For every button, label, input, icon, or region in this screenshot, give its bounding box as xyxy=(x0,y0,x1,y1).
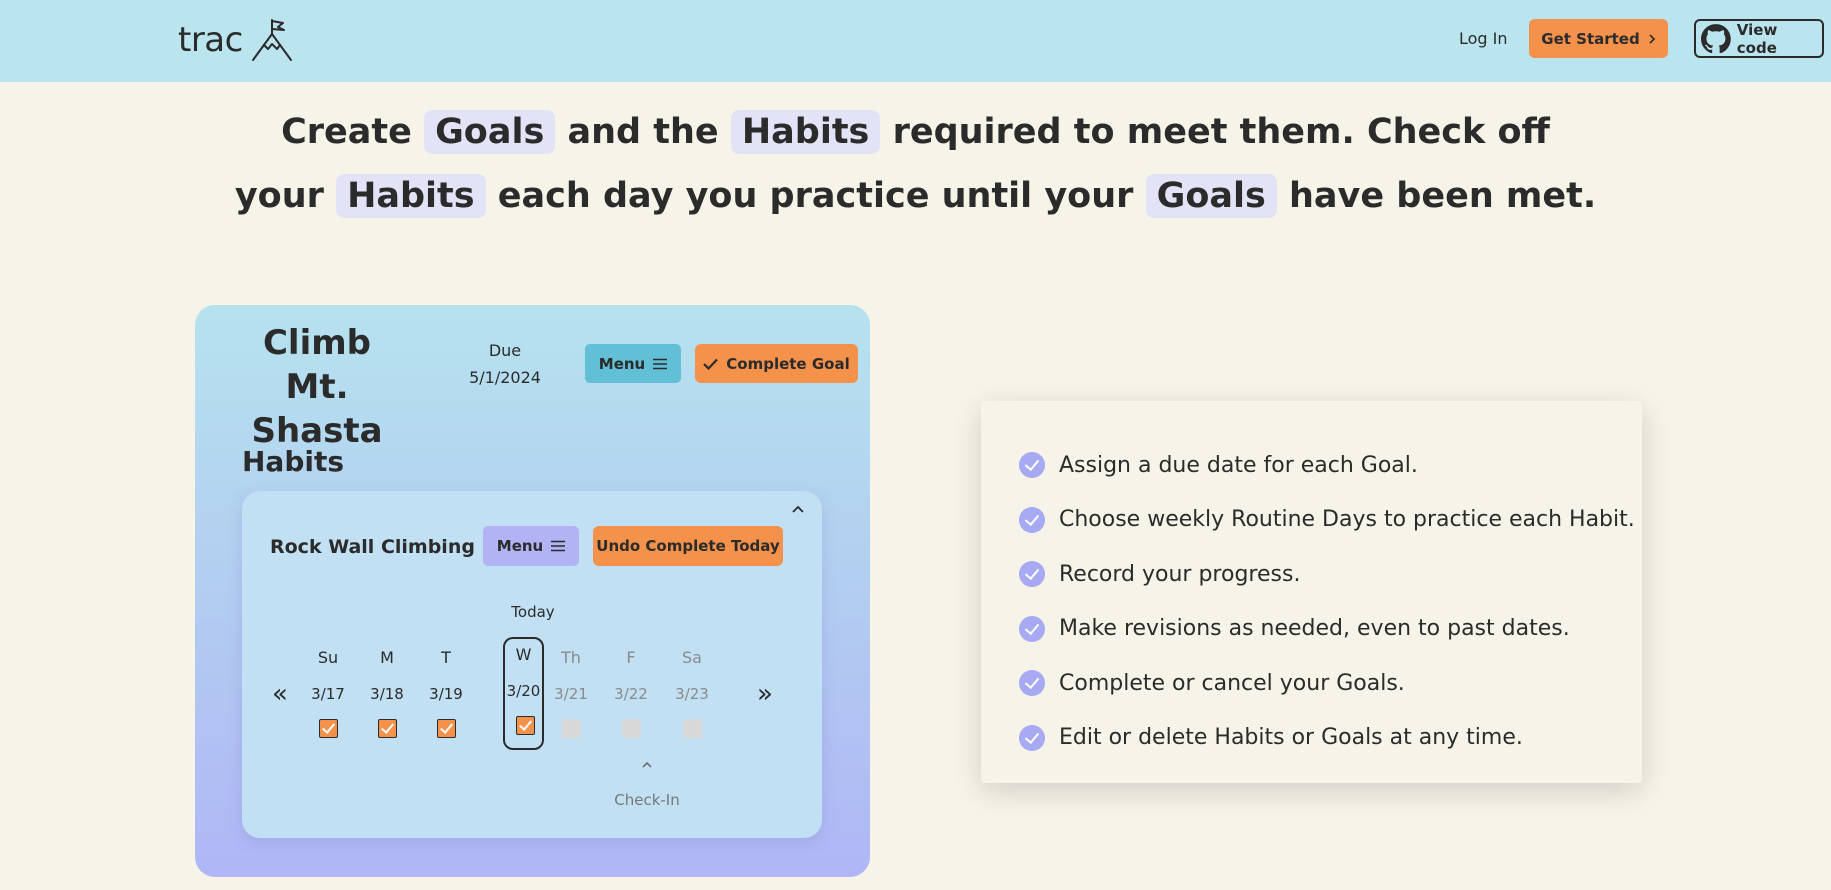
features-list: Assign a due date for each Goal. Choose … xyxy=(1019,438,1635,765)
day-column: Su 3/17 xyxy=(306,640,350,750)
headline-text: each day you practice until your xyxy=(497,176,1134,216)
headline-text: have been met. xyxy=(1289,176,1597,216)
today-column: W 3/20 xyxy=(503,637,544,750)
hamburger-icon xyxy=(551,540,566,552)
complete-goal-label: Complete Goal xyxy=(726,354,850,373)
hamburger-icon xyxy=(653,358,668,369)
feature-text: Choose weekly Routine Days to practice e… xyxy=(1059,507,1635,533)
headline-text: your xyxy=(234,176,324,216)
due-label: Due xyxy=(488,341,522,360)
feature-text: Make revisions as needed, even to past d… xyxy=(1059,616,1570,642)
day-checkbox[interactable] xyxy=(622,719,641,738)
day-column: F 3/22 xyxy=(609,640,653,750)
day-date: 3/19 xyxy=(429,685,463,703)
day-name: W xyxy=(515,645,532,664)
habit-menu-button[interactable]: Menu xyxy=(483,526,579,566)
day-checkbox[interactable] xyxy=(516,716,535,735)
habit-name: Rock Wall Climbing xyxy=(270,536,475,558)
check-circle-icon xyxy=(1019,724,1045,751)
check-circle-icon xyxy=(1019,670,1045,697)
chevron-right-icon xyxy=(1649,33,1655,44)
day-name: F xyxy=(626,648,636,667)
day-column: Sa 3/23 xyxy=(670,640,714,750)
day-column: Th 3/21 xyxy=(549,640,593,750)
habit-menu-label: Menu xyxy=(496,537,544,555)
habits-pill: Habits xyxy=(730,110,881,154)
day-date: 3/22 xyxy=(614,685,648,703)
check-circle-icon xyxy=(1019,452,1045,479)
goal-card: Climb Mt. Shasta Due 5/1/2024 Menu Compl… xyxy=(195,305,870,877)
day-checkbox[interactable] xyxy=(562,719,581,738)
github-icon xyxy=(1701,23,1731,53)
day-date: 3/18 xyxy=(370,685,404,703)
check-in-label[interactable]: Check-In xyxy=(597,791,697,809)
goal-due: Due 5/1/2024 xyxy=(450,337,560,391)
day-date: 3/21 xyxy=(554,685,588,703)
day-checkbox[interactable] xyxy=(319,719,338,738)
day-checkbox[interactable] xyxy=(437,719,456,738)
headline-text: Create xyxy=(281,112,412,152)
brand-logo[interactable]: trac xyxy=(178,18,293,62)
mountain-flag-icon xyxy=(251,19,292,61)
habits-heading: Habits xyxy=(242,445,345,478)
feature-item: Complete or cancel your Goals. xyxy=(1019,656,1635,711)
get-started-button[interactable]: Get Started xyxy=(1529,19,1668,58)
day-date: 3/17 xyxy=(311,685,345,703)
login-link[interactable]: Log In xyxy=(1459,29,1508,48)
hero-headline: Create Goals and the Habits required to … xyxy=(200,100,1631,228)
feature-text: Assign a due date for each Goal. xyxy=(1059,452,1418,478)
feature-text: Edit or delete Habits or Goals at any ti… xyxy=(1059,725,1523,751)
next-week-icon[interactable]: » xyxy=(757,679,773,709)
day-column: M 3/18 xyxy=(365,640,409,750)
undo-complete-today-button[interactable]: Undo Complete Today xyxy=(593,526,783,566)
day-name: T xyxy=(441,648,451,667)
brand-name: trac xyxy=(178,20,243,60)
today-label: Today xyxy=(511,603,555,621)
day-name: Su xyxy=(317,648,339,667)
day-name: M xyxy=(380,648,394,667)
complete-goal-button[interactable]: Complete Goal xyxy=(695,344,858,383)
check-circle-icon xyxy=(1019,506,1045,533)
chevron-up-icon[interactable] xyxy=(792,505,804,513)
day-column: T 3/19 xyxy=(424,640,468,750)
day-name: Sa xyxy=(682,648,702,667)
previous-week-icon[interactable]: « xyxy=(272,679,288,709)
goal-menu-label: Menu xyxy=(598,354,646,373)
headline-text: and the xyxy=(567,112,719,152)
feature-text: Complete or cancel your Goals. xyxy=(1059,670,1405,696)
due-date: 5/1/2024 xyxy=(469,368,541,387)
features-card: Assign a due date for each Goal. Choose … xyxy=(981,401,1642,783)
day-name: Th xyxy=(561,648,581,667)
feature-item: Make revisions as needed, even to past d… xyxy=(1019,602,1635,657)
day-date: 3/23 xyxy=(675,685,709,703)
day-checkbox[interactable] xyxy=(683,719,702,738)
goal-title: Climb Mt. Shasta xyxy=(251,323,383,451)
headline-line-1: Create Goals and the Habits required to … xyxy=(200,100,1631,164)
check-circle-icon xyxy=(1019,561,1045,588)
chevron-up-icon[interactable] xyxy=(642,761,652,768)
feature-item: Record your progress. xyxy=(1019,547,1635,602)
feature-item: Edit or delete Habits or Goals at any ti… xyxy=(1019,711,1635,766)
view-code-button[interactable]: View code xyxy=(1694,19,1824,58)
day-date: 3/20 xyxy=(506,682,541,700)
goal-menu-button[interactable]: Menu xyxy=(585,344,681,383)
feature-text: Record your progress. xyxy=(1059,561,1301,587)
headline-line-2: your Habits each day you practice until … xyxy=(200,164,1631,228)
site-header: trac Log In Get Started View code xyxy=(0,0,1831,82)
check-circle-icon xyxy=(1019,615,1045,642)
get-started-label: Get Started xyxy=(1541,29,1640,48)
goals-pill: Goals xyxy=(424,110,556,154)
feature-item: Assign a due date for each Goal. xyxy=(1019,438,1635,493)
day-checkbox[interactable] xyxy=(378,719,397,738)
headline-text: required to meet them. Check off xyxy=(892,112,1550,152)
check-icon xyxy=(703,358,719,370)
goals-pill: Goals xyxy=(1145,174,1277,218)
feature-item: Choose weekly Routine Days to practice e… xyxy=(1019,493,1635,548)
habits-pill: Habits xyxy=(336,174,486,218)
habit-card: Rock Wall Climbing Menu Undo Complete To… xyxy=(242,491,822,838)
view-code-label: View code xyxy=(1736,20,1778,57)
